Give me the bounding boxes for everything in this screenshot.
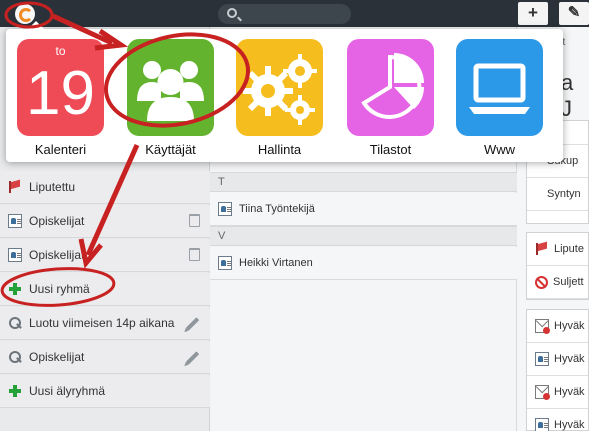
sidebar-item-label: Uusi ryhmä <box>29 282 90 296</box>
card-icon <box>218 256 232 270</box>
magnifier-icon <box>8 316 22 330</box>
message-label: Hyväk <box>554 353 585 365</box>
sidebar-item-label: Luotu viimeisen 14p aikana <box>29 316 175 330</box>
calendar-label: Kalenteri <box>34 142 87 157</box>
closed-label: Suljett <box>553 276 584 288</box>
sidebar-item-students[interactable]: Opiskelijat <box>0 205 210 238</box>
search-field[interactable] <box>218 4 351 24</box>
admin-label: Hallinta <box>257 142 302 157</box>
new-group-button[interactable]: Uusi ryhmä <box>0 273 210 306</box>
card-icon <box>218 202 232 216</box>
app-launcher-popup: to 19 Kalenteri Käyttäjät Hallinta Tilas… <box>6 21 563 162</box>
sidebar-item-label: Opiskelijat <box>29 350 85 364</box>
gears-symbol <box>243 54 317 125</box>
magnifier-icon <box>8 350 22 364</box>
statistics-label: Tilastot <box>369 142 412 157</box>
message-item[interactable]: Hyväk <box>527 343 588 376</box>
users-icon <box>127 39 214 136</box>
trash-icon[interactable] <box>189 248 200 261</box>
add-button[interactable]: + <box>518 2 548 25</box>
card-icon <box>8 248 22 262</box>
calendar-date: 19 <box>26 59 95 128</box>
message-label: Hyväk <box>554 419 585 431</box>
users-symbol <box>137 61 204 121</box>
calendar-day: to <box>55 44 66 58</box>
new-smart-group-button[interactable]: Uusi älyryhmä <box>0 375 210 408</box>
admin-app[interactable]: Hallinta <box>236 39 326 159</box>
mail-icon <box>535 385 550 400</box>
person-name: Tiina Työntekijä <box>239 203 315 215</box>
section-header: T <box>210 172 517 192</box>
person-row[interactable]: Tiina Työntekijä <box>210 193 517 226</box>
person-name: Heikki Virtanen <box>239 257 313 269</box>
statistics-app[interactable]: Tilastot <box>347 39 437 159</box>
document-icon <box>535 418 549 431</box>
gears-icon <box>236 39 323 136</box>
edit-button[interactable]: ✎ <box>559 2 589 25</box>
mail-icon <box>535 319 550 334</box>
sidebar-item-students[interactable]: Opiskelijat <box>0 239 210 272</box>
users-label: Käyttäjät <box>145 142 196 157</box>
flag-icon <box>8 180 22 194</box>
birthdate-field-label: Syntyn <box>527 178 588 211</box>
pie-chart-icon <box>347 39 434 136</box>
trash-icon[interactable] <box>189 214 200 227</box>
pencil-icon[interactable] <box>185 351 200 365</box>
top-bar: + ✎ <box>0 0 589 27</box>
person-name-fragment: a J <box>561 70 574 121</box>
sidebar-item-students-search[interactable]: Opiskelijat <box>0 341 210 374</box>
www-label: Www <box>483 142 516 157</box>
pencil-icon[interactable] <box>185 317 200 331</box>
sidebar-item-label: Opiskelijat <box>29 248 85 262</box>
sidebar-item-flagged[interactable]: Liputettu <box>0 171 210 204</box>
status-box: Lipute Suljett <box>526 232 589 300</box>
flagged-status[interactable]: Lipute <box>527 233 588 266</box>
document-icon <box>535 352 549 366</box>
laptop-icon <box>456 39 543 136</box>
search-icon <box>227 8 237 18</box>
message-item[interactable]: Hyväk <box>527 310 588 343</box>
plus-icon <box>8 282 22 296</box>
laptop-symbol <box>469 63 530 114</box>
person-row[interactable]: Heikki Virtanen <box>210 247 517 280</box>
flag-icon <box>535 242 549 256</box>
sidebar-item-label: Uusi älyryhmä <box>29 384 106 398</box>
message-label: Hyväk <box>554 320 585 332</box>
calendar-icon: to 19 <box>17 39 104 136</box>
sidebar-item-label: Liputettu <box>29 180 76 194</box>
sidebar-item-label: Opiskelijat <box>29 214 85 228</box>
closed-status[interactable]: Suljett <box>527 266 588 299</box>
plus-icon <box>8 384 22 398</box>
section-header: V <box>210 226 517 246</box>
card-icon <box>8 214 22 228</box>
prohibited-icon <box>535 275 548 289</box>
messages-box: Hyväk Hyväk Hyväk Hyväk <box>526 309 589 431</box>
www-app[interactable]: Www <box>456 39 546 159</box>
flagged-label: Lipute <box>554 243 584 255</box>
message-item[interactable]: Hyväk <box>527 376 588 409</box>
message-label: Hyväk <box>554 386 585 398</box>
calendar-app[interactable]: to 19 Kalenteri <box>17 39 107 159</box>
message-item[interactable]: Hyväk <box>527 409 588 431</box>
users-app[interactable]: Käyttäjät <box>127 39 217 159</box>
sidebar-item-created-last-14-days[interactable]: Luotu viimeisen 14p aikana <box>0 307 210 340</box>
pie-chart-symbol <box>361 53 424 119</box>
